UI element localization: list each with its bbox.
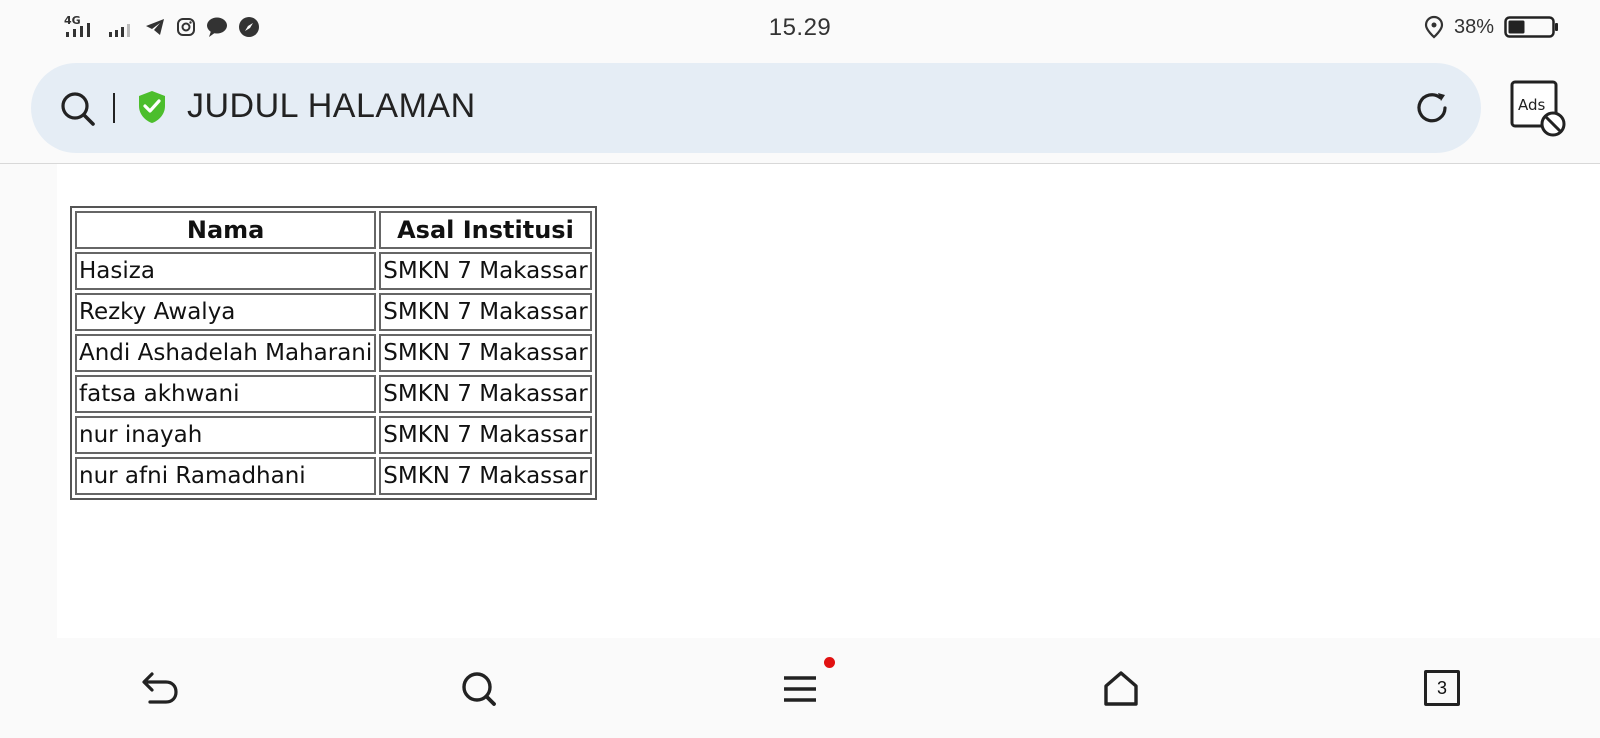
reload-icon[interactable] xyxy=(1413,89,1451,132)
table-row: Rezky Awalya SMKN 7 Makassar xyxy=(75,293,592,331)
table-row: nur afni Ramadhani SMKN 7 Makassar xyxy=(75,457,592,495)
menu-notification-dot xyxy=(824,657,835,668)
table-cell-institusi: SMKN 7 Makassar xyxy=(379,334,592,372)
table-row: fatsa akhwani SMKN 7 Makassar xyxy=(75,375,592,413)
page-title[interactable]: JUDUL HALAMAN xyxy=(187,87,476,126)
page-content: Nama Asal Institusi Hasiza SMKN 7 Makass… xyxy=(57,164,1600,638)
home-icon[interactable] xyxy=(1100,668,1142,715)
secure-shield-icon[interactable] xyxy=(136,89,168,130)
table-header-asal-institusi: Asal Institusi xyxy=(379,211,592,249)
svg-text:Ads: Ads xyxy=(1518,96,1546,114)
menu-icon[interactable] xyxy=(780,668,820,715)
status-time: 15.29 xyxy=(768,14,832,41)
location-icon xyxy=(1424,15,1444,39)
status-bar: 4G 15.29 38% xyxy=(0,0,1600,56)
tabs-counter-button[interactable]: 3 xyxy=(1424,670,1460,706)
data-table: Nama Asal Institusi Hasiza SMKN 7 Makass… xyxy=(70,206,597,500)
back-icon[interactable] xyxy=(138,668,180,715)
table-cell-nama: fatsa akhwani xyxy=(75,375,377,413)
search-icon[interactable] xyxy=(458,668,500,715)
table-row: nur inayah SMKN 7 Makassar xyxy=(75,416,592,454)
table-cell-institusi: SMKN 7 Makassar xyxy=(379,293,592,331)
table-cell-nama: nur inayah xyxy=(75,416,377,454)
browser-screen: 4G 15.29 38% JUDUL HALAMAN Ads Nama Asal… xyxy=(0,0,1600,738)
table-cell-nama: Hasiza xyxy=(75,252,377,290)
bottom-navigation: 3 xyxy=(0,638,1600,738)
table-cell-nama: nur afni Ramadhani xyxy=(75,457,377,495)
table-header-row: Nama Asal Institusi xyxy=(75,211,592,249)
table-cell-institusi: SMKN 7 Makassar xyxy=(379,457,592,495)
table-header-nama: Nama xyxy=(75,211,377,249)
table-row: Hasiza SMKN 7 Makassar xyxy=(75,252,592,290)
browser-toolbar: JUDUL HALAMAN Ads xyxy=(0,56,1600,164)
address-divider xyxy=(113,93,115,123)
ad-block-button[interactable]: Ads xyxy=(1510,80,1566,143)
table-row: Andi Ashadelah Maharani SMKN 7 Makassar xyxy=(75,334,592,372)
battery-icon xyxy=(1504,14,1560,40)
table-cell-institusi: SMKN 7 Makassar xyxy=(379,375,592,413)
address-bar[interactable]: JUDUL HALAMAN xyxy=(31,63,1481,153)
table-cell-institusi: SMKN 7 Makassar xyxy=(379,416,592,454)
table-cell-institusi: SMKN 7 Makassar xyxy=(379,252,592,290)
table-cell-nama: Rezky Awalya xyxy=(75,293,377,331)
battery-percentage: 38% xyxy=(1453,15,1494,38)
search-icon[interactable] xyxy=(59,90,97,133)
status-icons-right: 38% xyxy=(1424,14,1560,40)
table-cell-nama: Andi Ashadelah Maharani xyxy=(75,334,377,372)
